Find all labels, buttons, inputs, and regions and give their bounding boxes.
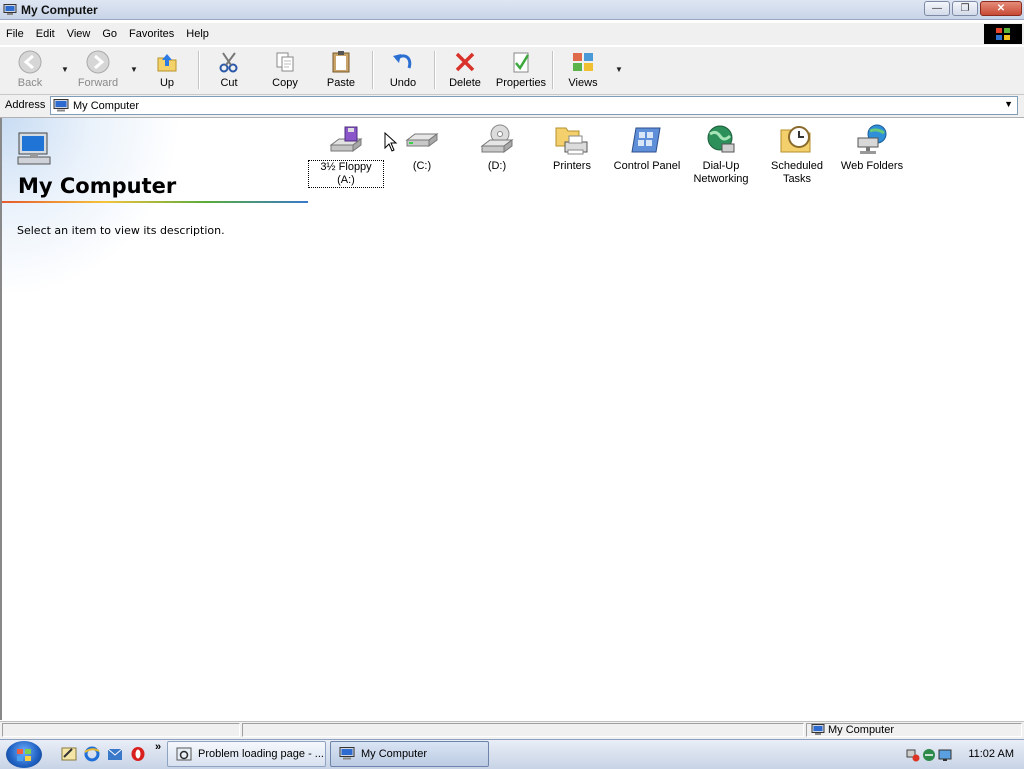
- forward-arrow-icon: [85, 49, 111, 75]
- quick-launch-chevron-icon[interactable]: »: [155, 741, 161, 753]
- show-desktop-icon[interactable]: [61, 746, 77, 762]
- floppy-drive-icon: [328, 122, 364, 158]
- task-button-browser[interactable]: Problem loading page - ...: [167, 741, 326, 767]
- menu-view[interactable]: View: [61, 28, 97, 40]
- delete-x-icon: [452, 49, 478, 75]
- outlook-express-icon[interactable]: [107, 746, 123, 762]
- task-label: My Computer: [361, 748, 428, 760]
- scheduled-tasks-icon: [779, 122, 815, 158]
- item-drive-d[interactable]: (D:): [459, 122, 535, 173]
- item-control-panel[interactable]: Control Panel: [609, 122, 685, 173]
- network-blocked-icon[interactable]: [906, 748, 920, 762]
- forward-dropdown-icon[interactable]: ▼: [130, 65, 138, 74]
- my-computer-icon: [339, 747, 355, 760]
- window-title: My Computer: [21, 2, 98, 17]
- web-folders-icon: [854, 122, 890, 158]
- start-button[interactable]: [6, 741, 42, 768]
- back-dropdown-icon[interactable]: ▼: [61, 65, 69, 74]
- up-folder-icon: [154, 49, 180, 75]
- toolbar-separator: [198, 51, 200, 89]
- views-dropdown-icon[interactable]: ▼: [615, 65, 623, 74]
- my-computer-icon: [3, 3, 17, 15]
- paste-button[interactable]: Paste: [314, 49, 368, 92]
- menu-go[interactable]: Go: [96, 28, 123, 40]
- item-web-folders[interactable]: Web Folders: [834, 122, 910, 173]
- views-grid-icon: [570, 49, 596, 75]
- title-bar: My Computer — ❐ ✕: [0, 0, 1024, 20]
- internet-explorer-icon[interactable]: [84, 746, 100, 762]
- menu-help[interactable]: Help: [180, 28, 215, 40]
- properties-button[interactable]: Properties: [494, 49, 548, 92]
- display-settings-icon[interactable]: [938, 748, 952, 762]
- status-bar: My Computer: [0, 721, 1024, 739]
- windows-logo-icon: [984, 24, 1022, 44]
- menu-edit[interactable]: Edit: [30, 28, 61, 40]
- task-label: Problem loading page - ...: [198, 748, 324, 760]
- status-pane: [2, 723, 240, 737]
- hard-drive-icon: [404, 122, 440, 158]
- toolbar-separator: [434, 51, 436, 89]
- printers-folder-icon: [554, 122, 590, 158]
- restore-button[interactable]: ❐: [952, 1, 978, 16]
- network-status-icon[interactable]: [922, 748, 936, 762]
- my-computer-icon: [811, 724, 825, 735]
- views-button[interactable]: Views: [556, 49, 610, 92]
- address-label: Address: [5, 99, 46, 111]
- item-floppy-a[interactable]: 3½ Floppy (A:): [308, 122, 384, 188]
- status-pane: [242, 723, 804, 737]
- page-title: My Computer: [18, 174, 177, 198]
- browser-window-icon: [176, 747, 192, 761]
- cut-button[interactable]: Cut: [202, 49, 256, 92]
- back-button[interactable]: Back: [3, 49, 57, 92]
- status-text: My Computer: [828, 724, 895, 736]
- properties-icon: [508, 49, 534, 75]
- close-button[interactable]: ✕: [980, 1, 1022, 16]
- menu-file[interactable]: File: [0, 28, 30, 40]
- title-divider: [2, 201, 308, 203]
- up-button[interactable]: Up: [140, 49, 194, 92]
- forward-button[interactable]: Forward: [71, 49, 125, 92]
- clipboard-icon: [328, 49, 354, 75]
- task-button-my-computer[interactable]: My Computer: [330, 741, 489, 767]
- dial-up-networking-icon: [703, 122, 739, 158]
- menu-favorites[interactable]: Favorites: [123, 28, 180, 40]
- toolbar-separator: [372, 51, 374, 89]
- copy-button[interactable]: Copy: [258, 49, 312, 92]
- item-description: Select an item to view its description.: [17, 224, 225, 237]
- scissors-icon: [216, 49, 242, 75]
- address-dropdown-icon[interactable]: ▼: [1004, 99, 1013, 109]
- opera-browser-icon[interactable]: [130, 746, 146, 762]
- folder-view: My Computer Select an item to view its d…: [0, 118, 1024, 720]
- standard-toolbar: Back ▼ Forward ▼ Up Cut Copy Paste Undo …: [0, 46, 1024, 95]
- address-value: My Computer: [73, 99, 140, 112]
- undo-button[interactable]: Undo: [376, 49, 430, 92]
- menu-bar: File Edit View Go Favorites Help: [0, 23, 1024, 45]
- item-printers[interactable]: Printers: [534, 122, 610, 173]
- windows-logo-icon: [17, 748, 31, 761]
- back-arrow-icon: [17, 49, 43, 75]
- minimize-button[interactable]: —: [924, 1, 950, 16]
- address-bar: Address My Computer ▼: [0, 95, 1024, 118]
- address-input[interactable]: My Computer ▼: [50, 96, 1018, 115]
- taskbar: » Problem loading page - ... My Computer…: [0, 739, 1024, 769]
- system-clock[interactable]: 11:02 AM: [968, 748, 1014, 760]
- delete-button[interactable]: Delete: [438, 49, 492, 92]
- cd-drive-icon: [479, 122, 515, 158]
- toolbar-separator: [552, 51, 554, 89]
- undo-arrow-icon: [390, 49, 416, 75]
- mouse-pointer-icon: [384, 132, 398, 152]
- item-scheduled-tasks[interactable]: Scheduled Tasks: [759, 122, 835, 186]
- item-dial-up-networking[interactable]: Dial-Up Networking: [683, 122, 759, 186]
- my-computer-icon: [53, 99, 69, 112]
- copy-icon: [272, 49, 298, 75]
- my-computer-icon: [17, 132, 51, 165]
- control-panel-icon: [629, 122, 665, 158]
